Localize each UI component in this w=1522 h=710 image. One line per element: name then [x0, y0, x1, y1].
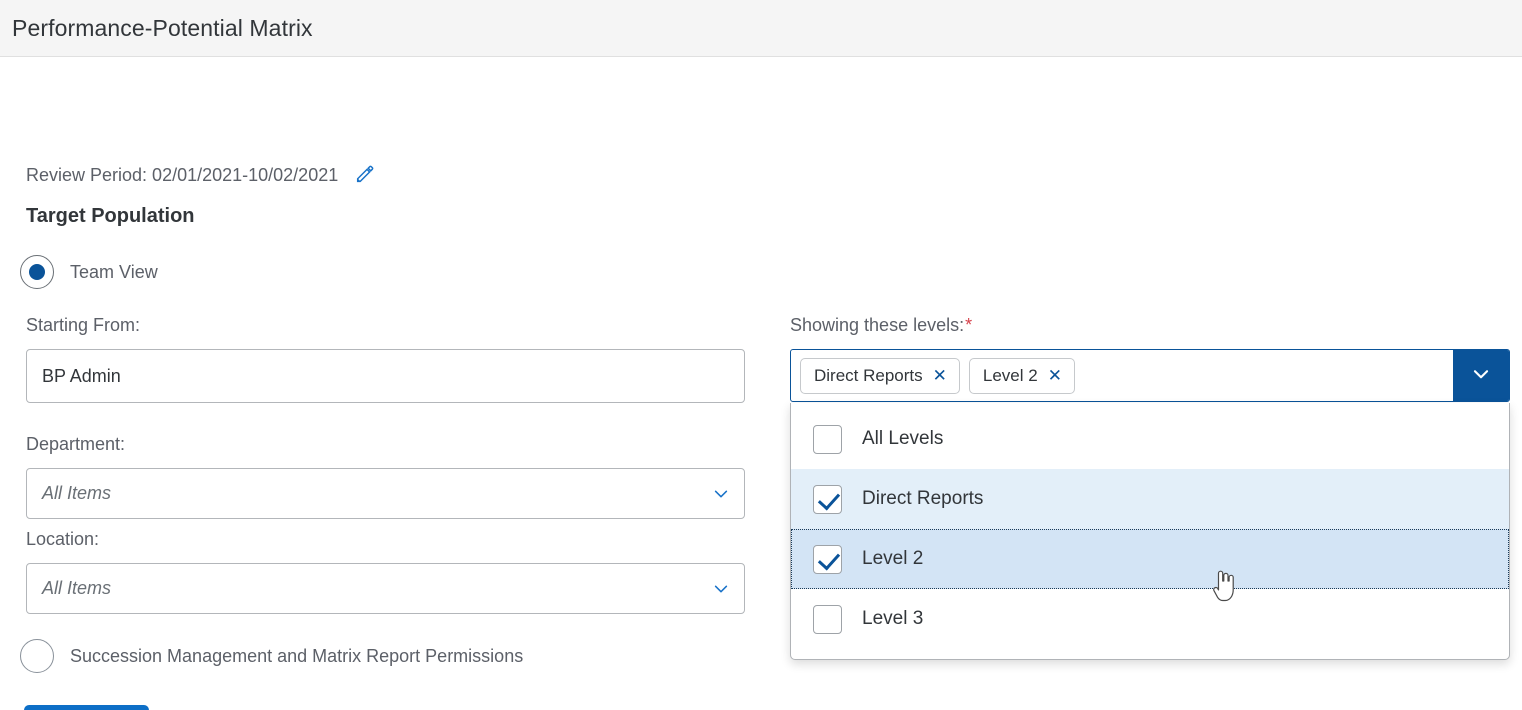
list-item-label: All Levels: [862, 428, 944, 449]
radio-label-team-view: Team View: [70, 261, 158, 282]
levels-multi-combobox[interactable]: Direct Reports ✕ Level 2 ✕: [790, 349, 1510, 402]
starting-from-input[interactable]: [26, 349, 745, 403]
radio-label-succession: Succession Management and Matrix Report …: [70, 645, 524, 666]
list-item-label: Level 2: [862, 548, 924, 569]
section-title: Target Population: [26, 205, 195, 227]
list-item-label: Direct Reports: [862, 488, 984, 509]
list-item[interactable]: All Levels: [791, 409, 1509, 469]
review-period-text: Review Period: 02/01/2021-10/02/2021: [26, 164, 339, 185]
location-select-value: All Items: [42, 578, 112, 598]
close-icon[interactable]: ✕: [933, 367, 947, 384]
radio-team-view[interactable]: Team View: [20, 255, 158, 289]
pencil-icon: [354, 163, 376, 188]
checkbox-direct-reports[interactable]: [813, 484, 842, 514]
list-item[interactable]: Level 2: [791, 529, 1509, 589]
checkbox-level-2[interactable]: [813, 544, 842, 574]
close-icon[interactable]: ✕: [1048, 367, 1062, 384]
radio-indicator-team-view[interactable]: [20, 255, 54, 289]
token-level-2[interactable]: Level 2 ✕: [968, 357, 1075, 394]
label-location: Location:: [26, 529, 100, 549]
label-showing-levels-text: Showing these levels:: [790, 315, 965, 335]
levels-token-area[interactable]: Direct Reports ✕ Level 2 ✕: [791, 350, 1453, 401]
edit-review-period-button[interactable]: [352, 162, 378, 188]
chevron-down-icon: [712, 485, 730, 503]
location-select[interactable]: All Items: [26, 563, 745, 614]
required-asterisk: *: [965, 315, 973, 335]
token-direct-reports[interactable]: Direct Reports ✕: [800, 357, 960, 394]
checkbox-all-levels[interactable]: [813, 424, 842, 454]
page-title: Performance-Potential Matrix: [12, 14, 313, 41]
radio-succession-permissions[interactable]: Succession Management and Matrix Report …: [20, 639, 523, 673]
checkbox-level-3[interactable]: [813, 604, 842, 634]
review-period-row: Review Period: 02/01/2021-10/02/2021: [26, 162, 378, 188]
list-item[interactable]: Level 3: [791, 589, 1509, 649]
department-select-value: All Items: [42, 483, 112, 503]
list-item-label: Level 3: [862, 608, 924, 629]
levels-dropdown-list: All Levels Direct Reports Level 2 Level …: [790, 403, 1510, 660]
department-select[interactable]: All Items: [26, 468, 745, 519]
chevron-down-icon: [1470, 363, 1492, 388]
label-starting-from: Starting From:: [26, 315, 141, 335]
radio-indicator-succession[interactable]: [20, 639, 54, 673]
levels-dropdown-toggle-button[interactable]: [1453, 350, 1509, 401]
generate-button[interactable]: Generate: [24, 705, 149, 710]
list-item[interactable]: Direct Reports: [791, 469, 1509, 529]
token-label: Direct Reports: [814, 365, 923, 385]
app-header: Performance-Potential Matrix: [0, 0, 1522, 57]
label-department: Department:: [26, 434, 126, 454]
label-showing-levels: Showing these levels:*: [790, 315, 972, 336]
chevron-down-icon: [712, 580, 730, 598]
token-label: Level 2: [982, 365, 1038, 385]
